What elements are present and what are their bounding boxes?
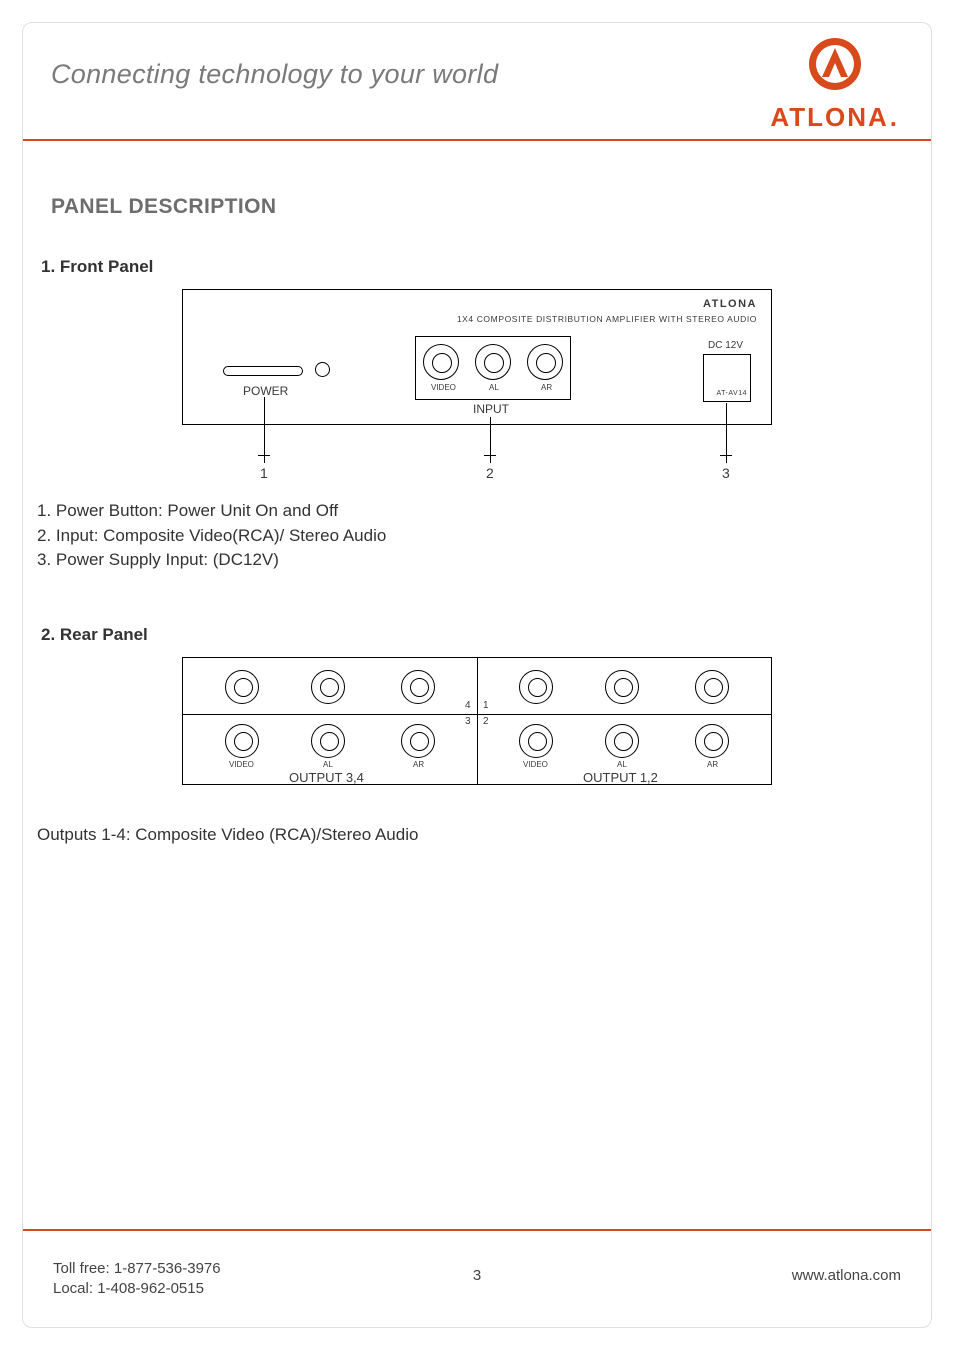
rear-horizontal-divider [183,714,771,715]
page-footer: Toll free: 1-877-536-3976 Local: 1-408-9… [23,1231,931,1327]
right-al-label: AL [617,760,627,769]
out2-ar-icon [695,724,729,758]
num-2: 2 [483,716,489,727]
front-panel-notes: 1. Power Button: Power Unit On and Off 2… [37,499,931,573]
callout-num-2: 2 [486,465,494,481]
callout-line-1 [264,397,265,463]
callout-num-3: 3 [722,465,730,481]
contact-block: Toll free: 1-877-536-3976 Local: 1-408-9… [53,1259,221,1300]
output-12-label: OUTPUT 1,2 [583,770,658,785]
out3-al-icon [311,724,345,758]
output-34-label: OUTPUT 3,4 [289,770,364,785]
front-panel-diagram: ATLONA 1x4 COMPOSITE DISTRIBUTION AMPLIF… [182,289,772,485]
num-1: 1 [483,700,489,711]
rear-center-divider [477,658,478,784]
input-label: INPUT [473,402,509,416]
local-text: Local: 1-408-962-0515 [53,1279,221,1299]
right-video-label: VIDEO [523,760,548,769]
page-number: 3 [473,1267,481,1284]
header-divider [23,139,931,141]
left-video-label: VIDEO [229,760,254,769]
front-panel-heading: 1. Front Panel [41,257,931,277]
out1-video-icon [519,670,553,704]
left-al-label: AL [323,760,333,769]
logo-icon [808,37,862,91]
rear-panel-note: Outputs 1-4: Composite Video (RCA)/Stere… [37,825,931,845]
callout-tick-1 [258,455,270,456]
page: Connecting technology to your world ATLO… [22,22,932,1328]
website-text: www.atlona.com [792,1267,901,1284]
brand-logo: ATLONA. [770,37,899,133]
note-3: 3. Power Supply Input: (DC12V) [37,548,931,573]
out1-al-icon [605,670,639,704]
ar-rca-icon [527,344,563,380]
out1-ar-icon [695,670,729,704]
al-label: AL [489,383,499,392]
num-3: 3 [465,716,471,727]
out4-al-icon [311,670,345,704]
left-ar-label: AR [413,760,424,769]
model-label: AT-AV14 [717,390,747,397]
page-header: Connecting technology to your world ATLO… [23,23,931,139]
rear-panel-diagram: VIDEO AL AR VIDEO AL AR 4 1 3 2 OUTPUT 3… [182,657,772,807]
power-led-graphic [315,362,330,377]
right-ar-label: AR [707,760,718,769]
out2-video-icon [519,724,553,758]
panel-subtitle: 1x4 COMPOSITE DISTRIBUTION AMPLIFIER WIT… [409,314,757,324]
callout-line-3 [726,403,727,463]
dc-label: DC 12V [708,340,743,351]
note-2: 2. Input: Composite Video(RCA)/ Stereo A… [37,524,931,549]
callout-tick-2 [484,455,496,456]
front-panel-outline: ATLONA 1x4 COMPOSITE DISTRIBUTION AMPLIF… [182,289,772,425]
power-button-graphic [223,366,303,376]
note-1: 1. Power Button: Power Unit On and Off [37,499,931,524]
brand-wordmark: ATLONA. [770,102,899,133]
video-label: VIDEO [431,383,456,392]
video-rca-icon [423,344,459,380]
panel-brand: ATLONA [703,298,757,310]
out4-video-icon [225,670,259,704]
ar-label: AR [541,383,552,392]
tollfree-text: Toll free: 1-877-536-3976 [53,1259,221,1279]
power-label: POWER [243,384,288,398]
out3-video-icon [225,724,259,758]
section-title: PANEL DESCRIPTION [51,195,931,219]
out3-ar-icon [401,724,435,758]
al-rca-icon [475,344,511,380]
rear-panel-heading: 2. Rear Panel [41,625,931,645]
out4-ar-icon [401,670,435,704]
out2-al-icon [605,724,639,758]
callout-line-2 [490,417,491,463]
callout-tick-3 [720,455,732,456]
num-4: 4 [465,700,471,711]
callout-num-1: 1 [260,465,268,481]
rear-panel-outline: VIDEO AL AR VIDEO AL AR 4 1 3 2 OUTPUT 3… [182,657,772,785]
